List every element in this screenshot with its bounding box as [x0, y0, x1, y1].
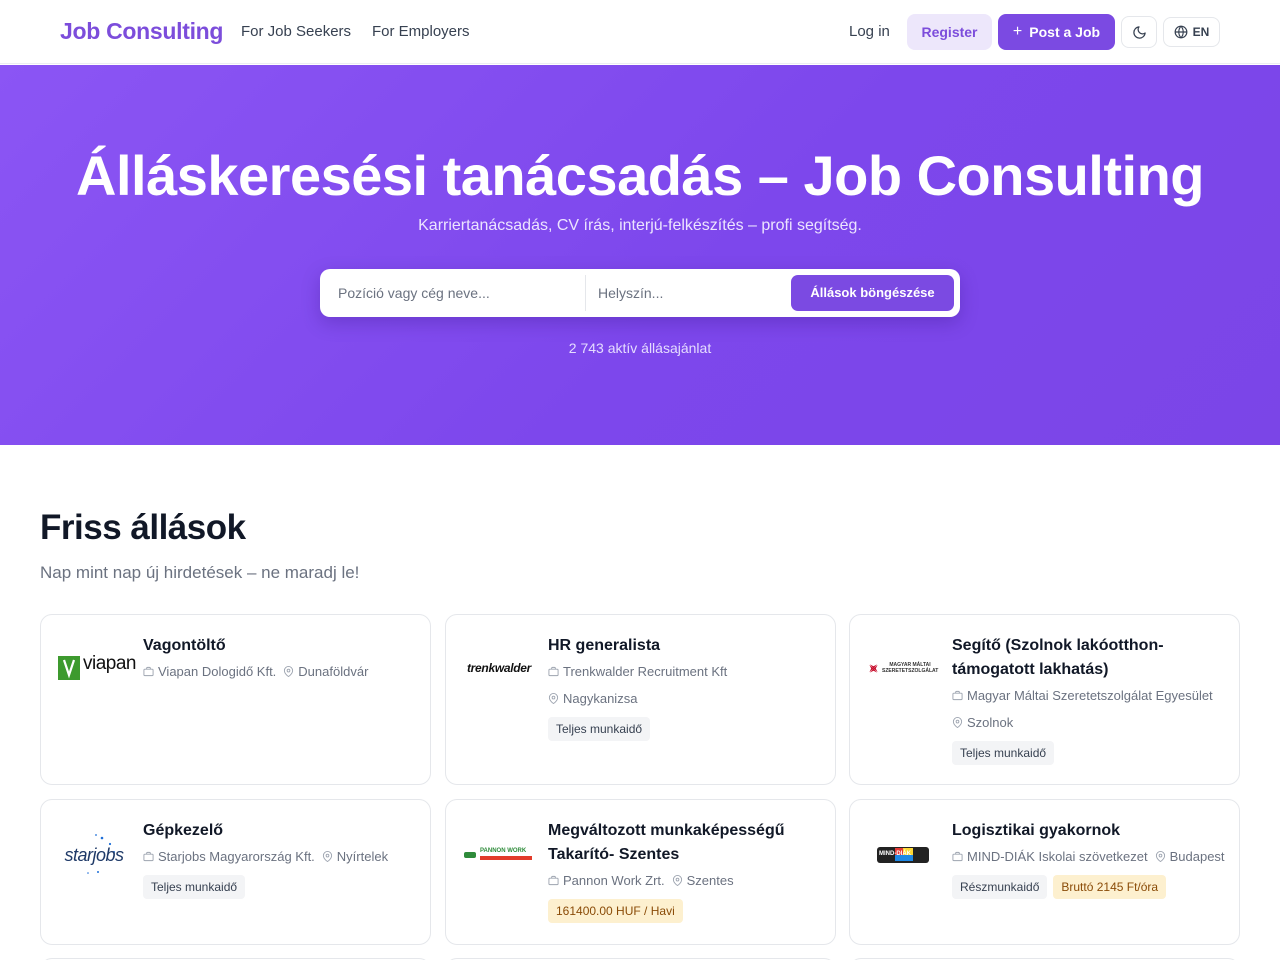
- logo-text: viapan: [83, 653, 137, 674]
- hero-title: Álláskeresési tanácsadás – Job Consultin…: [76, 144, 1204, 207]
- company-logo: starjobs: [58, 830, 130, 880]
- company-name: Pannon Work Zrt.: [563, 873, 665, 888]
- job-card[interactable]: trenkwalder HR generalista Trenkwalder R…: [445, 614, 836, 785]
- post-job-label: Post a Job: [1029, 24, 1101, 40]
- location-meta: Nyírtelek: [322, 843, 388, 870]
- login-link[interactable]: Log in: [849, 23, 890, 40]
- job-search-bar: Állások böngészése: [320, 269, 960, 317]
- pannon-work-logo: PANNON WORK: [464, 848, 534, 862]
- logo-text: PANNON WORK: [480, 848, 527, 854]
- nav-for-job-seekers[interactable]: For Job Seekers: [241, 23, 351, 40]
- company-logo: MAGYAR MÁLTAI SZERETETSZOLGÁLAT: [867, 643, 939, 693]
- job-card[interactable]: starjobs Gépkezelő Starjobs Magyarország…: [40, 799, 431, 945]
- plus-icon: +: [1012, 23, 1023, 40]
- job-location: Dunaföldvár: [298, 664, 369, 679]
- company-meta: Magyar Máltai Szeretetszolgálat Egyesüle…: [952, 682, 1213, 709]
- company-logo: PANNON WORK: [463, 830, 535, 880]
- job-title[interactable]: Gépkezelő: [143, 819, 418, 843]
- browse-jobs-button[interactable]: Állások böngészése: [791, 275, 954, 311]
- company-meta: Trenkwalder Recruitment Kft: [548, 658, 727, 685]
- language-label: EN: [1192, 25, 1210, 39]
- logo-text: trenkwalder: [466, 661, 532, 675]
- mind-diak-logo: MIND-DIÁK: [877, 847, 929, 863]
- briefcase-icon: [548, 875, 559, 886]
- location-meta: Szolnok: [952, 709, 1013, 736]
- job-location: Nyírtelek: [336, 849, 389, 864]
- location-meta: Dunaföldvár: [283, 658, 368, 685]
- employment-type-badge: Teljes munkaidő: [952, 741, 1055, 765]
- position-search-input[interactable]: [320, 269, 585, 317]
- map-pin-icon: [672, 875, 682, 886]
- section-title: Friss állások: [40, 508, 246, 547]
- company-meta: Viapan Dologidő Kft.: [143, 658, 276, 685]
- location-meta: Nagykanizsa: [548, 685, 637, 712]
- job-card[interactable]: viapan Vagontöltő Viapan Dologidő Kft. D…: [40, 614, 431, 785]
- post-job-button[interactable]: + Post a Job: [998, 14, 1115, 50]
- location-input[interactable]: [586, 269, 786, 317]
- briefcase-icon: [143, 851, 154, 862]
- job-title[interactable]: Segítő (Szolnok lakóotthon-támogatott la…: [952, 634, 1227, 682]
- job-card[interactable]: MAGYAR MÁLTAI SZERETETSZOLGÁLAT Segítő (…: [849, 614, 1240, 785]
- nav-for-employers[interactable]: For Employers: [372, 23, 470, 40]
- job-location: Nagykanizsa: [563, 691, 638, 706]
- location-meta: Budapest: [1155, 843, 1225, 870]
- section-subtitle: Nap mint nap új hirdetések – ne maradj l…: [40, 563, 360, 582]
- map-pin-icon: [1155, 851, 1165, 862]
- salary-badge: Bruttó 2145 Ft/óra: [1053, 875, 1167, 899]
- job-title[interactable]: Vagontöltő: [143, 634, 418, 658]
- map-pin-icon: [322, 851, 332, 862]
- briefcase-icon: [548, 666, 559, 677]
- employment-type-badge: Részmunkaidő: [952, 875, 1048, 899]
- company-name: Starjobs Magyarország Kft.: [158, 849, 315, 864]
- company-logo: trenkwalder: [463, 643, 535, 693]
- job-title[interactable]: Logisztikai gyakornok: [952, 819, 1227, 843]
- job-location: Szentes: [686, 873, 734, 888]
- job-card[interactable]: PANNON WORK Megváltozott munkaképességű …: [445, 799, 836, 945]
- register-button[interactable]: Register: [907, 14, 992, 50]
- theme-toggle-button[interactable]: [1121, 16, 1157, 48]
- company-name: Magyar Máltai Szeretetszolgálat Egyesüle…: [967, 688, 1213, 703]
- company-name: MIND-DIÁK Iskolai szövetkezet: [967, 849, 1148, 864]
- moon-icon: [1132, 25, 1146, 39]
- employment-type-badge: Teljes munkaidő: [548, 717, 651, 741]
- briefcase-icon: [143, 666, 154, 677]
- active-job-count: 2 743 aktív állásajánlat: [568, 340, 712, 356]
- globe-icon: [1174, 25, 1188, 39]
- job-location: Budapest: [1169, 849, 1225, 864]
- company-name: Trenkwalder Recruitment Kft: [563, 664, 728, 679]
- company-meta: Starjobs Magyarország Kft.: [143, 843, 315, 870]
- company-meta: Pannon Work Zrt.: [548, 867, 665, 894]
- briefcase-icon: [952, 851, 963, 862]
- map-pin-icon: [548, 693, 559, 704]
- top-navbar: Job Consulting For Job Seekers For Emplo…: [0, 0, 1280, 64]
- job-location: Szolnok: [967, 715, 1014, 730]
- hero-section: Álláskeresési tanácsadás – Job Consultin…: [0, 65, 1280, 445]
- job-title[interactable]: Megváltozott munkaképességű Takarító- Sz…: [548, 819, 823, 867]
- job-title[interactable]: HR generalista: [548, 634, 823, 658]
- company-name: Viapan Dologidő Kft.: [158, 664, 277, 679]
- hero-subtitle: Karriertanácsadás, CV írás, interjú-felk…: [418, 217, 862, 234]
- salary-badge: 161400.00 HUF / Havi: [548, 899, 683, 923]
- company-meta: MIND-DIÁK Iskolai szövetkezet: [952, 843, 1148, 870]
- brand-logo[interactable]: Job Consulting: [60, 18, 223, 45]
- company-logo: MIND-DIÁK: [867, 830, 939, 880]
- logo-text: starjobs: [64, 844, 124, 865]
- logo-text: MAGYAR MÁLTAI SZERETETSZOLGÁLAT: [882, 662, 939, 674]
- map-pin-icon: [284, 666, 294, 677]
- maltese-cross-icon: [869, 663, 878, 673]
- location-meta: Szentes: [672, 867, 734, 894]
- job-card[interactable]: MIND-DIÁK Logisztikai gyakornok MIND-DIÁ…: [849, 799, 1240, 945]
- language-selector[interactable]: EN: [1163, 17, 1220, 47]
- employment-type-badge: Teljes munkaidő: [143, 875, 246, 899]
- map-pin-icon: [952, 717, 963, 728]
- logo-text: MIND-DIÁK: [879, 851, 911, 857]
- briefcase-icon: [952, 690, 963, 701]
